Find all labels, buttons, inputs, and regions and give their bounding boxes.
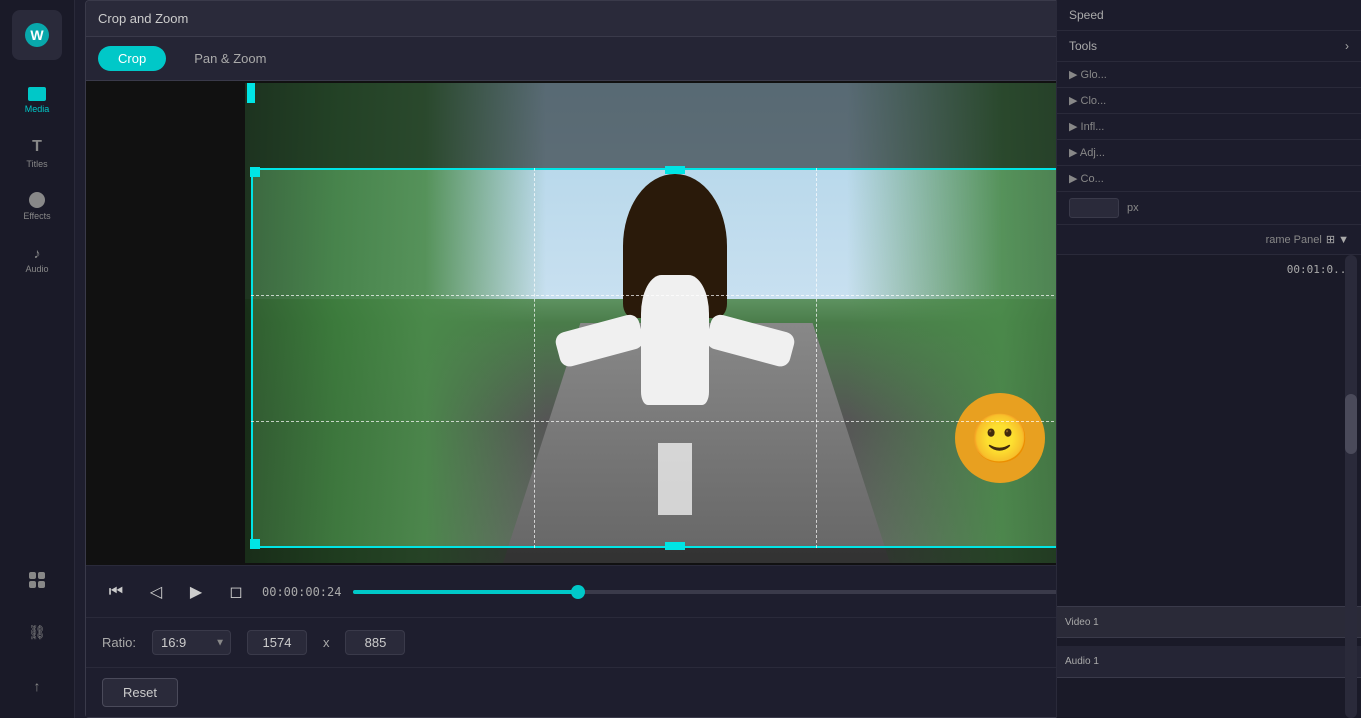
dialog-title: Crop and Zoom: [98, 11, 1132, 26]
stop-button[interactable]: ◻: [222, 578, 250, 606]
video-track-label: Video 1: [1065, 617, 1099, 628]
height-input[interactable]: [345, 630, 405, 655]
frame-panel-row: rame Panel ⊞ ▼: [1057, 225, 1361, 254]
left-sidebar: W Media T Titles Effects ♪ Audio ⛓ ↑: [0, 0, 75, 718]
rider-body: [641, 275, 710, 405]
px-field-row: px: [1057, 192, 1361, 225]
tab-crop[interactable]: Crop: [98, 46, 166, 71]
app-logo: W: [12, 10, 62, 60]
sidebar-item-effects[interactable]: Effects: [12, 184, 62, 229]
sidebar-item-stickers[interactable]: [12, 557, 62, 602]
progress-fill: [353, 590, 578, 594]
timeline-timecode: 00:01:0...: [1287, 263, 1353, 276]
frame-panel-label: rame Panel: [1266, 234, 1322, 246]
timeline-scrollbar-thumb[interactable]: [1345, 394, 1357, 454]
audio-track[interactable]: Audio 1: [1057, 646, 1361, 678]
current-time: 00:00:00:24: [262, 585, 341, 599]
skip-back-button[interactable]: ⏮: [102, 578, 130, 606]
ratio-select[interactable]: 16:9 4:3 1:1 9:16 Custom: [152, 630, 231, 655]
tools-section: Tools ›: [1057, 31, 1361, 62]
timeline-area: 00:01:0... Video 1 Audio 1: [1057, 254, 1361, 718]
right-panel: Speed Tools › ▶ Glo... ▶ Clo... ▶ Infl..…: [1056, 0, 1361, 718]
px-label: px: [1127, 202, 1139, 214]
rider-arm-left: [553, 313, 645, 369]
audio-track-label: Audio 1: [1065, 656, 1099, 667]
ratio-label: Ratio:: [102, 635, 136, 650]
clo-section: ▶ Clo...: [1057, 88, 1361, 114]
progress-track[interactable]: [353, 590, 1156, 594]
px-input[interactable]: [1069, 198, 1119, 218]
rider: [589, 203, 761, 491]
trees-left: [245, 83, 546, 563]
timeline-scrollbar[interactable]: [1345, 255, 1357, 718]
tools-label: Tools: [1069, 39, 1097, 53]
infl-section: ▶ Infl...: [1057, 114, 1361, 140]
frame-panel-icon[interactable]: ⊞ ▼: [1326, 233, 1349, 246]
speed-section: Speed: [1057, 0, 1361, 31]
sidebar-item-audio[interactable]: ♪ Audio: [12, 237, 62, 282]
infl-label: ▶ Infl...: [1069, 121, 1104, 133]
clo-label: ▶ Clo...: [1069, 95, 1106, 107]
sidebar-item-link[interactable]: ⛓: [12, 610, 62, 655]
ratio-select-wrapper: 16:9 4:3 1:1 9:16 Custom ▼: [152, 630, 231, 655]
adj-section: ▶ Adj...: [1057, 140, 1361, 166]
reset-button[interactable]: Reset: [102, 678, 178, 707]
glo-label: ▶ Glo...: [1069, 69, 1107, 81]
rider-arm-right: [705, 313, 797, 369]
co-label: ▶ Co...: [1069, 173, 1104, 185]
tools-expand[interactable]: ›: [1345, 39, 1349, 53]
svg-text:W: W: [30, 27, 44, 43]
emoji-sticker[interactable]: 🙂: [955, 393, 1045, 483]
speed-label: Speed: [1069, 8, 1104, 22]
progress-thumb[interactable]: [571, 585, 585, 599]
width-input[interactable]: [247, 630, 307, 655]
adj-label: ▶ Adj...: [1069, 147, 1105, 159]
play-button[interactable]: ▶: [182, 578, 210, 606]
co-section: ▶ Co...: [1057, 166, 1361, 192]
sidebar-item-titles[interactable]: T Titles: [12, 131, 62, 176]
glo-section: ▶ Glo...: [1057, 62, 1361, 88]
dimension-separator: x: [323, 635, 330, 650]
frame-back-button[interactable]: ◁: [142, 578, 170, 606]
sidebar-item-export[interactable]: ↑: [12, 663, 62, 708]
video-frame: 🙂: [245, 83, 1105, 563]
video-track[interactable]: Video 1: [1057, 606, 1361, 638]
tab-pan-zoom[interactable]: Pan & Zoom: [174, 46, 286, 71]
sidebar-item-media[interactable]: Media: [12, 78, 62, 123]
